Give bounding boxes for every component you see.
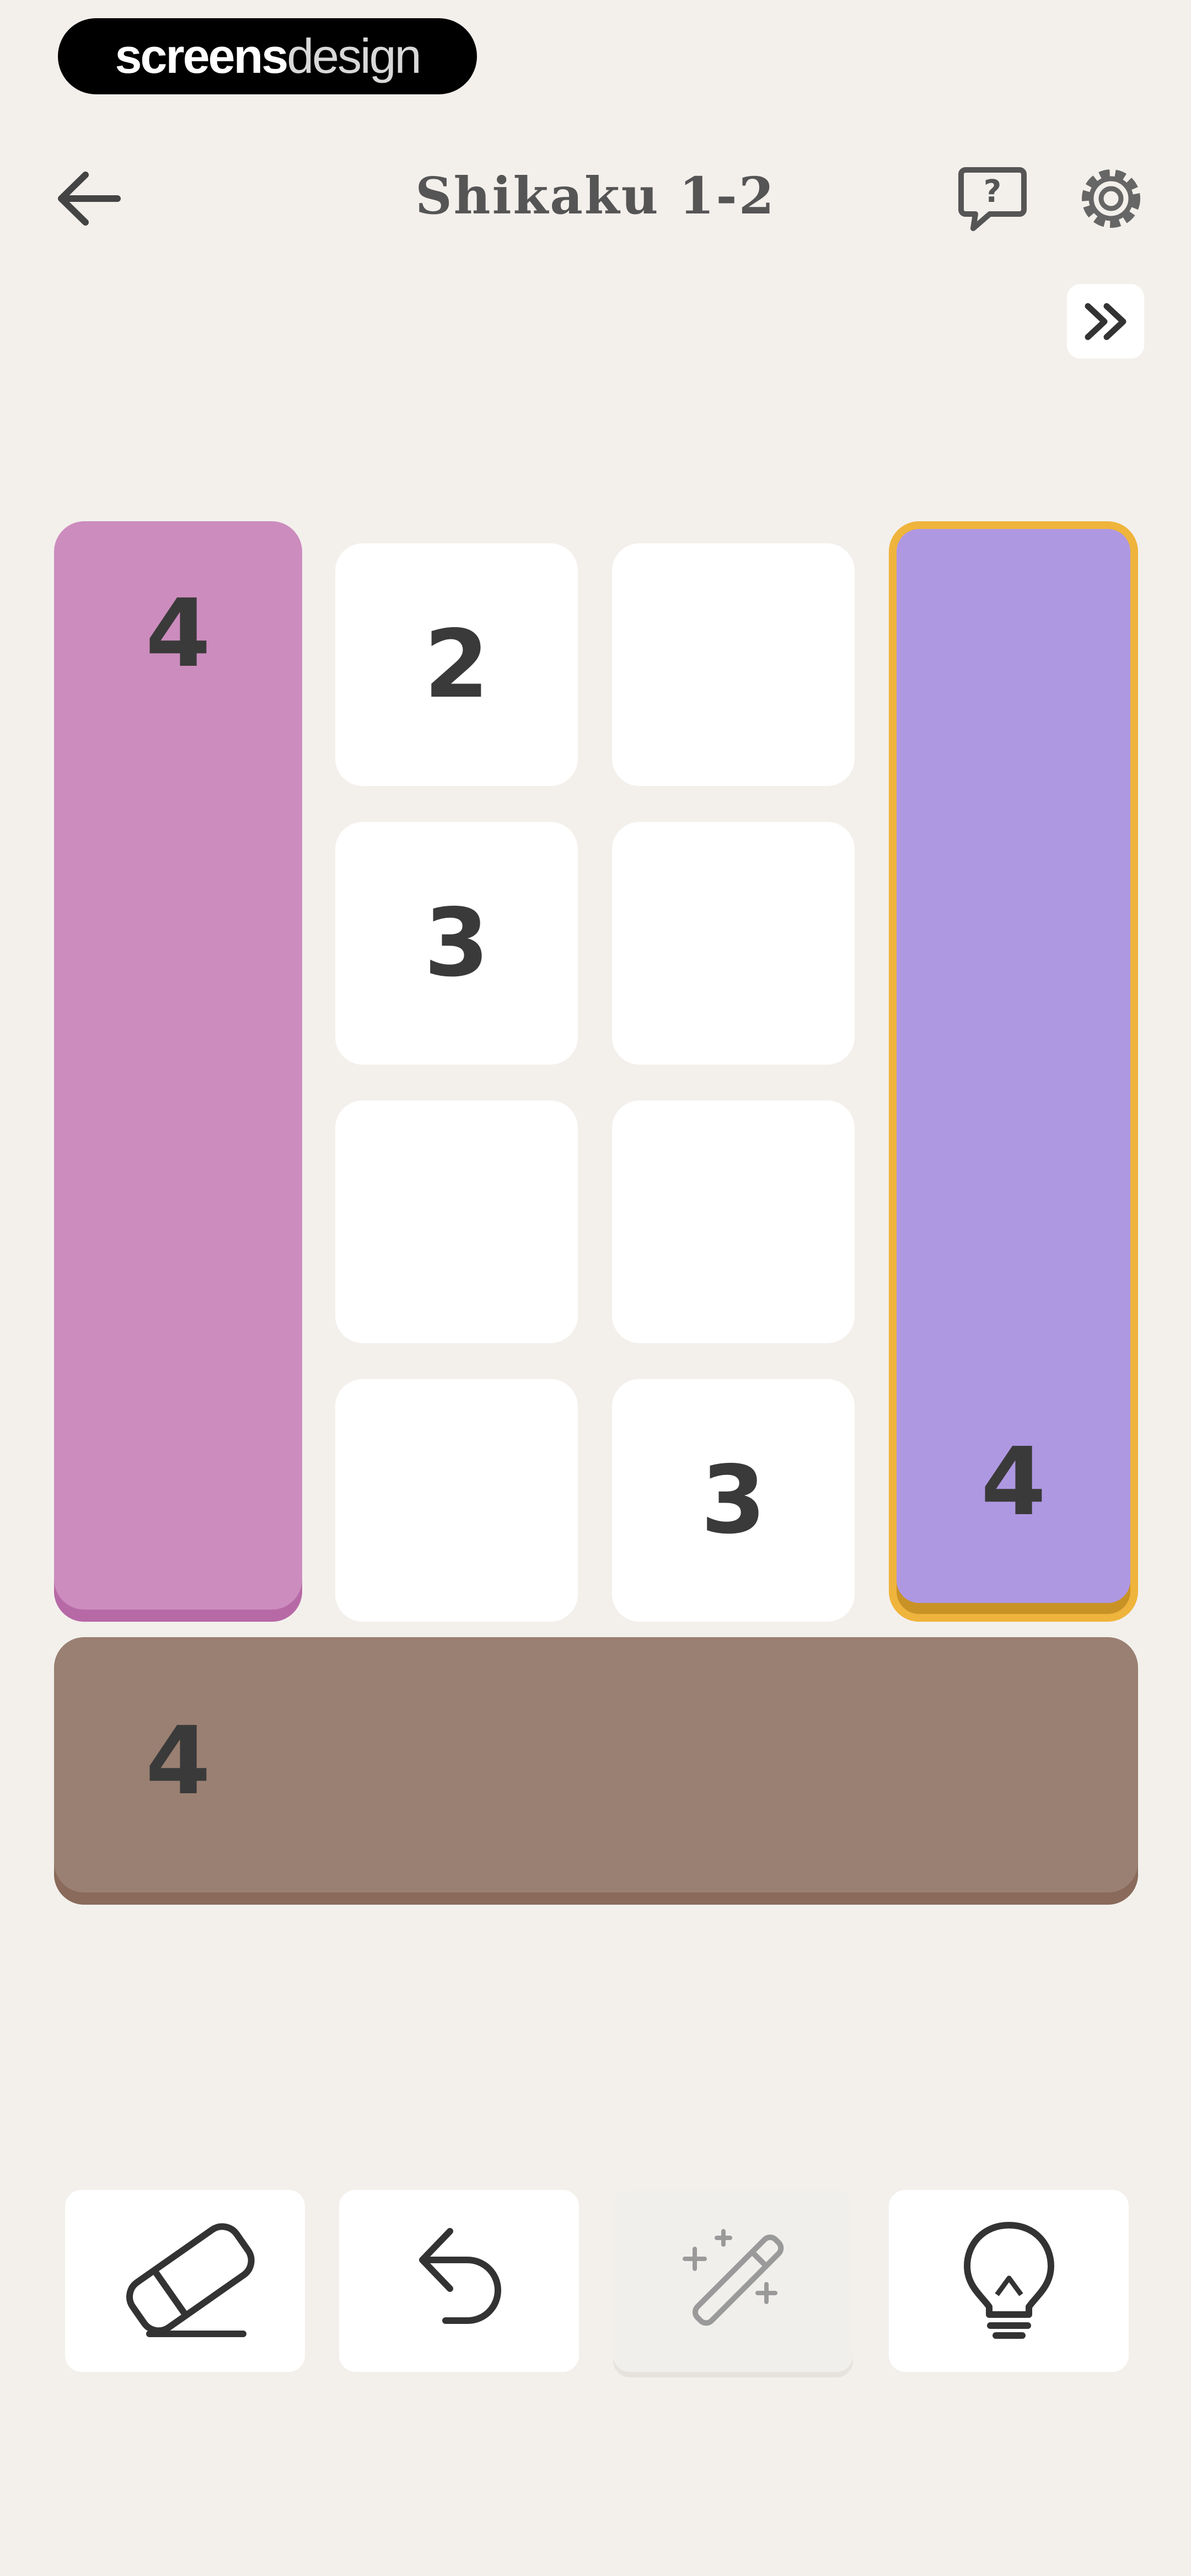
- cell-r4-c2[interactable]: [335, 1379, 578, 1622]
- page-title: Shikaku 1-2: [415, 166, 776, 226]
- region-bottom[interactable]: 4: [54, 1637, 1138, 1905]
- undo-button[interactable]: [339, 2190, 579, 2372]
- cell-r1-c3[interactable]: [612, 543, 855, 786]
- hint-button[interactable]: [889, 2190, 1129, 2372]
- badge-text-screens: screens: [115, 29, 288, 83]
- region-left-clue: 4: [145, 579, 211, 688]
- help-button[interactable]: ?: [951, 160, 1034, 237]
- cell-clue: 3: [700, 1446, 766, 1555]
- badge-text-design: design: [287, 29, 421, 83]
- lightbulb-icon: [963, 2222, 1054, 2339]
- cell-clue: 3: [423, 889, 490, 998]
- cell-r2-c2[interactable]: 3: [335, 822, 578, 1065]
- back-button[interactable]: [50, 160, 127, 237]
- cell-r3-c2[interactable]: [335, 1100, 578, 1343]
- svg-text:?: ?: [984, 174, 1001, 210]
- cell-clue: 2: [423, 610, 490, 719]
- gear-icon: [1082, 169, 1140, 228]
- arrow-left-icon: [58, 172, 121, 226]
- screensdesign-badge: screens design: [58, 18, 477, 94]
- region-right-clue: 4: [980, 1428, 1047, 1537]
- cell-r3-c3[interactable]: [612, 1100, 855, 1343]
- region-bottom-clue: 4: [145, 1707, 211, 1816]
- cell-r4-c3[interactable]: 3: [612, 1379, 855, 1622]
- undo-icon: [419, 2228, 501, 2324]
- cell-r2-c3[interactable]: [612, 822, 855, 1065]
- magic-wand-button[interactable]: [613, 2190, 853, 2372]
- cell-r1-c2[interactable]: 2: [335, 543, 578, 786]
- magic-wand-icon: [682, 2229, 784, 2326]
- eraser-button[interactable]: [65, 2190, 305, 2372]
- region-right-selected[interactable]: 4: [889, 521, 1138, 1622]
- skip-button[interactable]: [1067, 284, 1144, 359]
- question-bubble-icon: ?: [958, 167, 1027, 231]
- double-chevron-right-icon: [1085, 303, 1126, 340]
- eraser-icon: [126, 2223, 255, 2337]
- settings-button[interactable]: [1072, 160, 1150, 237]
- region-left[interactable]: 4: [54, 521, 302, 1622]
